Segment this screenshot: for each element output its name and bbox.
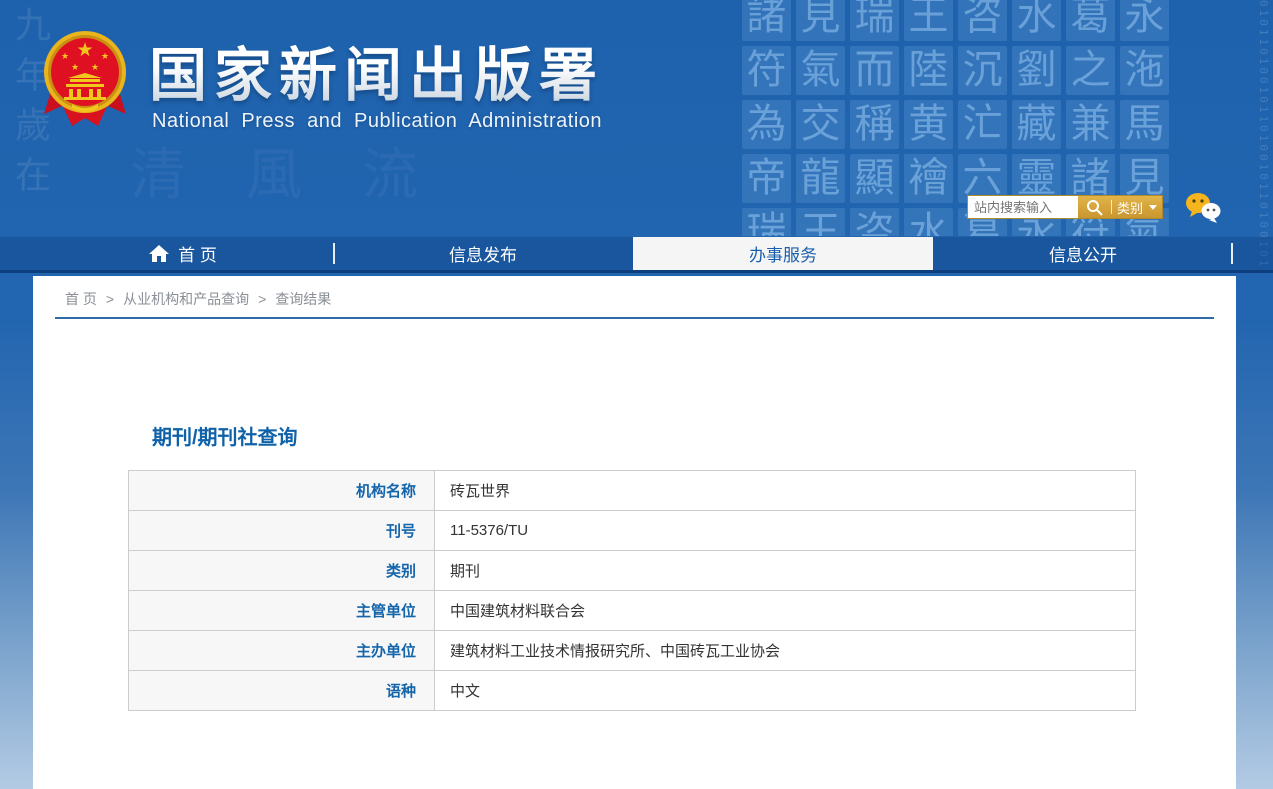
result-table: 机构名称 砖瓦世界 刊号 11-5376/TU 类别 期刊 主管单位 中国建筑材… [128, 470, 1136, 711]
svg-text:★: ★ [101, 51, 109, 61]
nav-item-disclosure[interactable]: 信息公开 [933, 237, 1233, 270]
breadcrumb-separator: > [258, 291, 266, 307]
search-category-dropdown[interactable]: 类别 [1112, 196, 1162, 218]
row-value: 中国建筑材料联合会 [435, 591, 1136, 631]
breadcrumb-query[interactable]: 从业机构和产品查询 [123, 289, 249, 309]
row-label: 语种 [129, 671, 435, 711]
breadcrumb: 首 页 > 从业机构和产品查询 > 查询结果 [65, 289, 331, 309]
table-row: 机构名称 砖瓦世界 [129, 471, 1136, 511]
main-nav: 首 页 信息发布 办事服务 信息公开 [0, 237, 1273, 273]
site-subtitle-en: National Press and Publication Administr… [152, 110, 602, 133]
breadcrumb-result[interactable]: 查询结果 [275, 289, 331, 309]
chevron-down-icon [1149, 205, 1157, 214]
row-label: 机构名称 [129, 471, 435, 511]
table-row: 语种 中文 [129, 671, 1136, 711]
table-row: 主办单位 建筑材料工业技术情报研究所、中国砖瓦工业协会 [129, 631, 1136, 671]
breadcrumb-separator: > [106, 291, 114, 307]
wechat-share-button[interactable] [1184, 191, 1222, 230]
row-value: 11-5376/TU [435, 511, 1136, 551]
breadcrumb-underline [55, 317, 1214, 319]
page: 諸見瑞王咨水葛永符氣而陸沉劉之沲為交稱黄汒藏兼馬帝龍顯襘六靈諸見瑞王咨水葛永符氣… [0, 0, 1273, 789]
nav-items: 首 页 信息发布 办事服务 信息公开 [33, 237, 1233, 270]
table-row: 刊号 11-5376/TU [129, 511, 1136, 551]
row-value: 砖瓦世界 [435, 471, 1136, 511]
row-value: 期刊 [435, 551, 1136, 591]
page-title: 期刊/期刊社查询 [152, 421, 298, 450]
content-panel: 首 页 > 从业机构和产品查询 > 查询结果 期刊/期刊社查询 机构名称 砖瓦世… [33, 276, 1236, 789]
search-button[interactable] [1078, 196, 1111, 218]
wechat-icon [1184, 191, 1222, 225]
row-label: 主管单位 [129, 591, 435, 631]
binary-pattern: 0101101001011010010110100101101001011010… [1240, 0, 1270, 273]
site-title: 国家新闻出版署 [149, 28, 604, 112]
nav-item-services[interactable]: 办事服务 [633, 237, 933, 270]
row-label: 类别 [129, 551, 435, 591]
nav-label-home: 首 页 [178, 241, 217, 266]
search-icon [1086, 199, 1103, 216]
svg-text:★: ★ [76, 40, 93, 61]
svg-text:★: ★ [61, 51, 69, 61]
nav-label-disclosure: 信息公开 [1049, 241, 1117, 266]
national-emblem-logo: ★ ★ ★ ★ ★ [42, 26, 128, 135]
svg-text:★: ★ [91, 62, 99, 72]
site-search: 类别 [967, 195, 1163, 219]
row-label: 刊号 [129, 511, 435, 551]
nav-item-news[interactable]: 信息发布 [333, 237, 633, 270]
row-label: 主办单位 [129, 631, 435, 671]
row-value: 中文 [435, 671, 1136, 711]
row-value: 建筑材料工业技术情报研究所、中国砖瓦工业协会 [435, 631, 1136, 671]
category-label: 类别 [1117, 198, 1143, 217]
breadcrumb-home[interactable]: 首 页 [65, 289, 97, 309]
svg-text:★: ★ [71, 62, 79, 72]
table-row: 类别 期刊 [129, 551, 1136, 591]
home-icon [149, 245, 169, 262]
calligraphy-watermark-mid: 清風流 [130, 130, 750, 211]
nav-label-news: 信息发布 [449, 241, 517, 266]
table-row: 主管单位 中国建筑材料联合会 [129, 591, 1136, 631]
nav-item-home[interactable]: 首 页 [33, 237, 333, 270]
search-input[interactable] [968, 196, 1078, 218]
site-header: 諸見瑞王咨水葛永符氣而陸沉劉之沲為交稱黄汒藏兼馬帝龍顯襘六靈諸見瑞王咨水葛永符氣… [0, 0, 1273, 273]
nav-label-services: 办事服务 [749, 241, 817, 266]
